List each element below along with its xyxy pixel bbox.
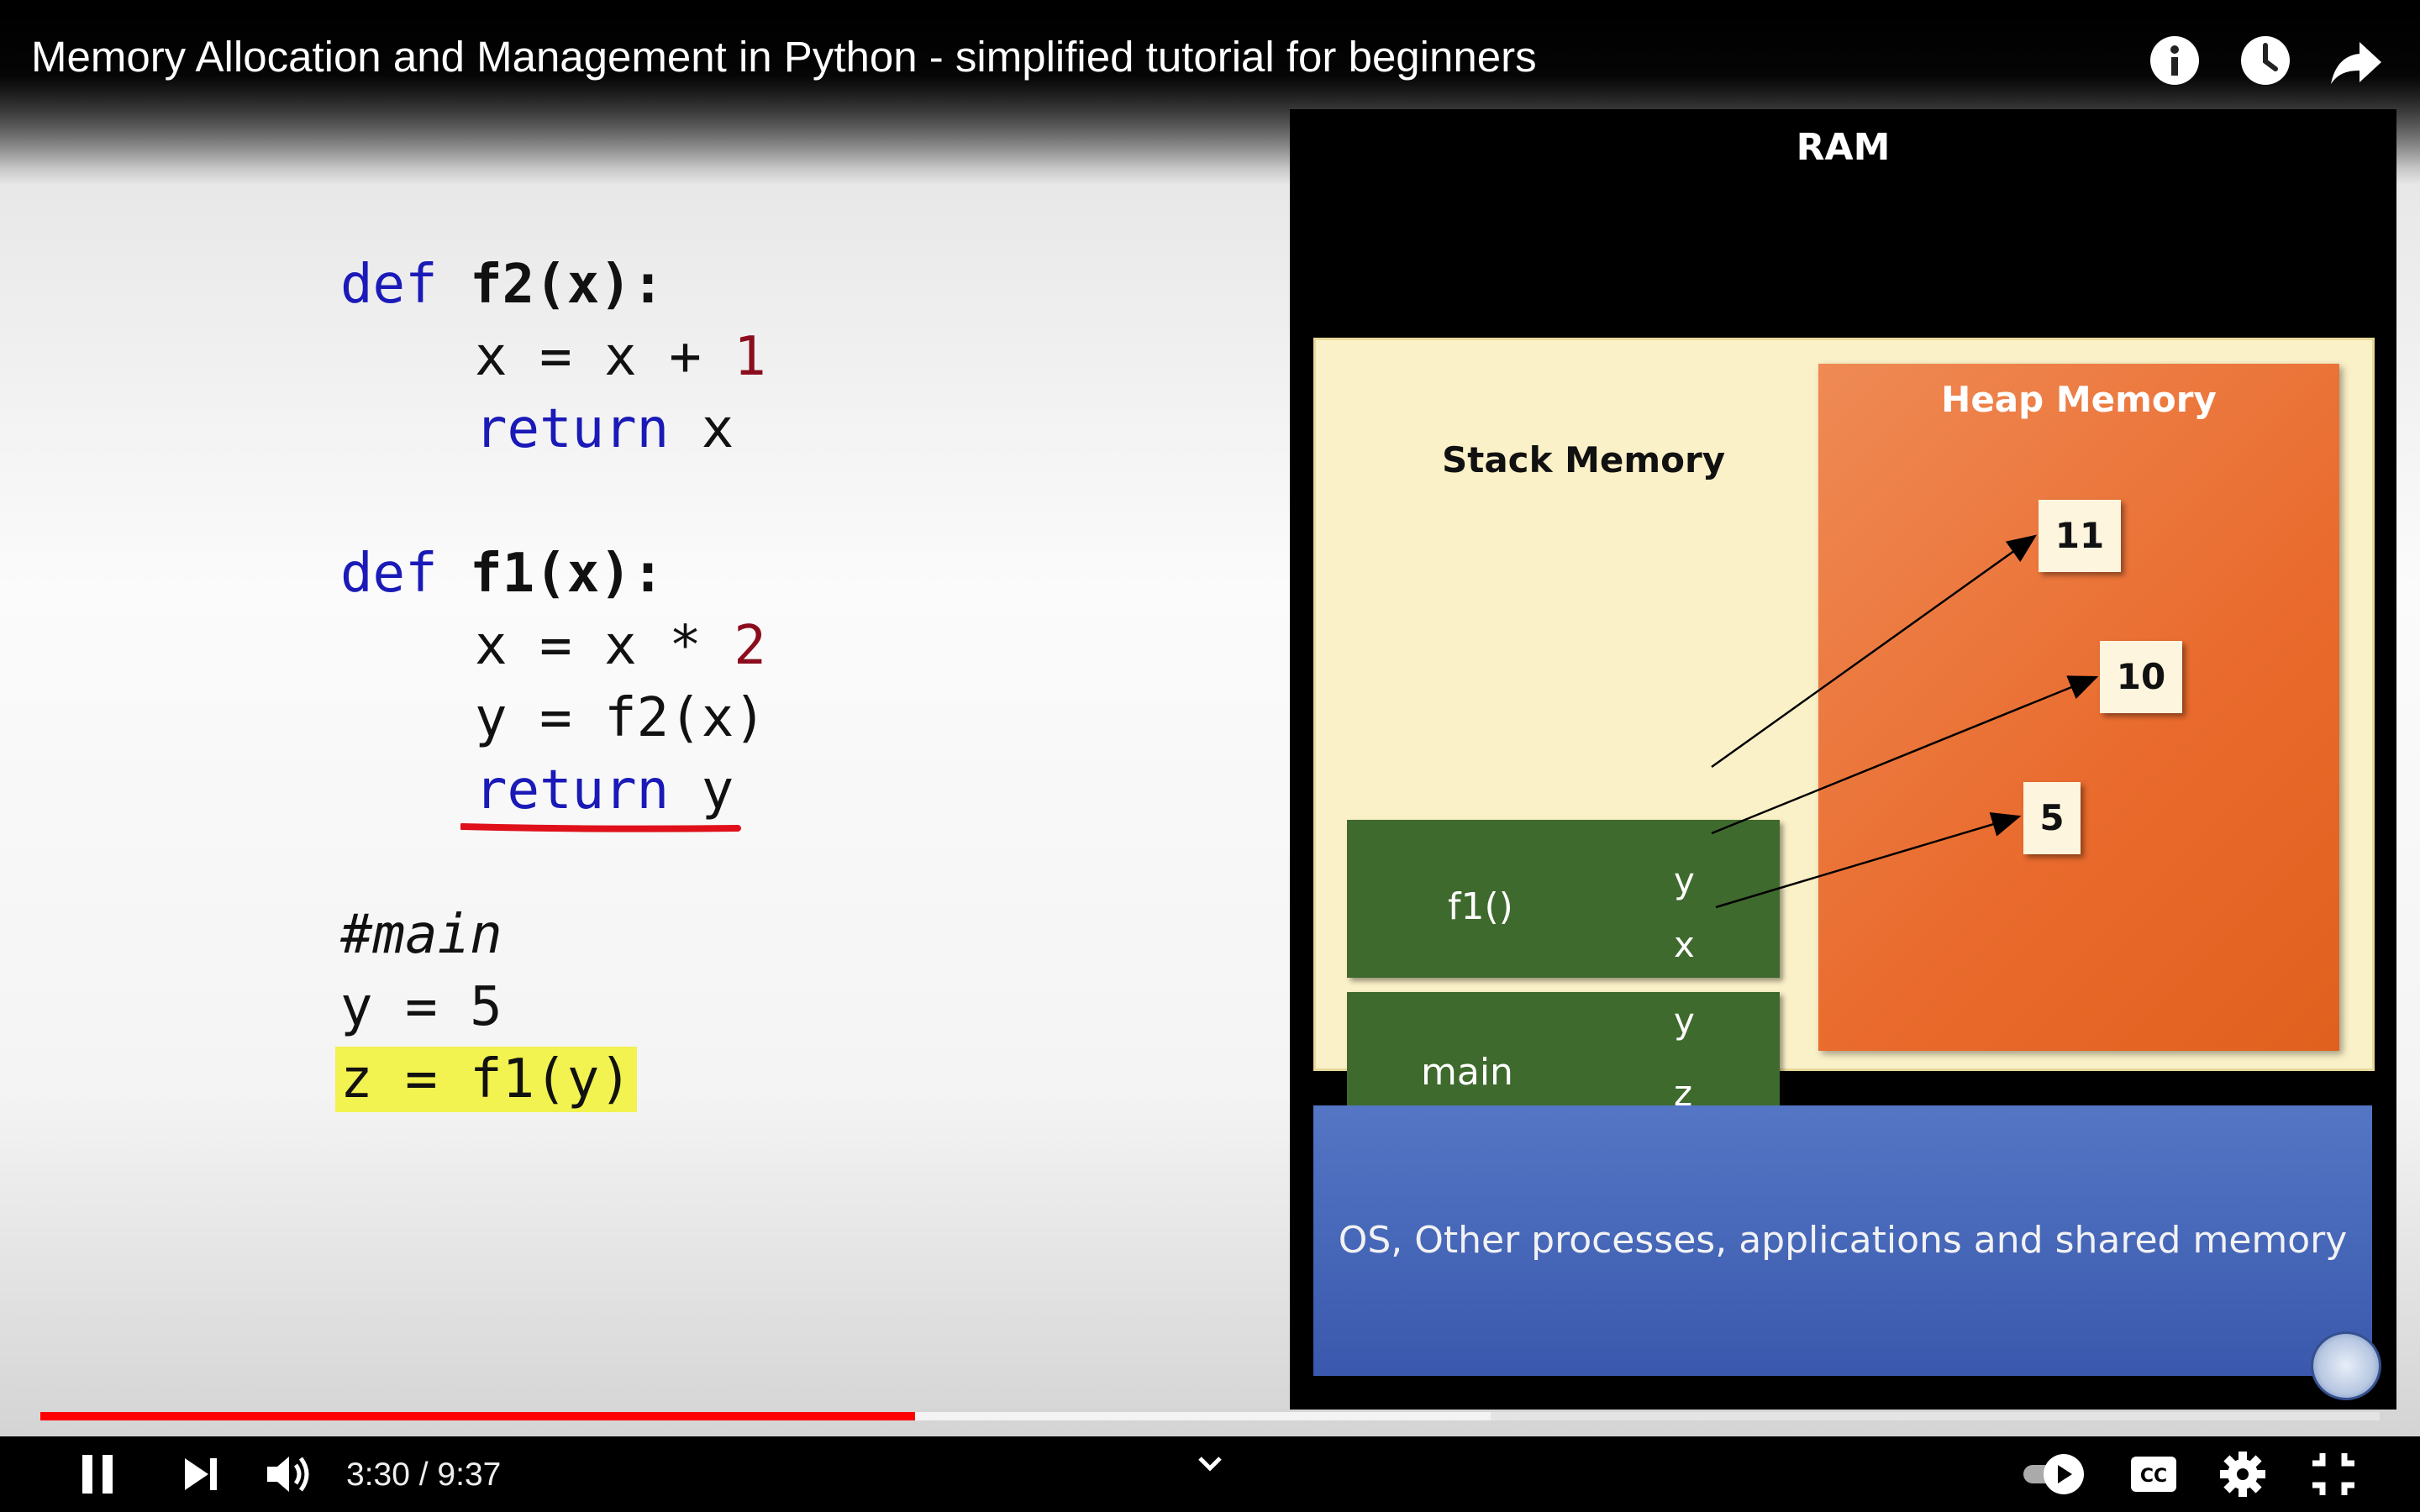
pause-button[interactable] [71, 1446, 126, 1502]
frame-name: f1() [1448, 885, 1513, 928]
number-literal: 2 [734, 615, 766, 677]
channel-logo [2311, 1331, 2381, 1400]
code-text: x = x + [475, 326, 734, 388]
frame-name: main [1421, 1051, 1513, 1094]
total-time: 9:37 [437, 1457, 502, 1493]
heap-object-11: 11 [2039, 500, 2121, 572]
keyword-return: return [475, 759, 670, 822]
info-icon [2150, 36, 2199, 85]
frame-var-x: x [1674, 924, 1695, 965]
heap-memory-label: Heap Memory [1941, 379, 2217, 420]
heap-object-10: 10 [2100, 641, 2182, 713]
keyword-return: return [475, 398, 670, 460]
stack-frame-f1: f1() y x [1347, 820, 1780, 978]
code-line-f1-return: return y [475, 754, 734, 827]
heap-memory-box: Heap Memory 11 10 5 [1818, 364, 2339, 1051]
pause-icon [82, 1455, 113, 1494]
stack-heap-region: Stack Memory Heap Memory 11 10 5 f1() y … [1313, 338, 2375, 1152]
settings-button[interactable] [2215, 1446, 2270, 1502]
heap-object-5: 5 [2023, 782, 2081, 854]
keyword-def: def [340, 254, 438, 316]
stack-memory-label: Stack Memory [1442, 439, 1726, 480]
code-line-f2-return: return x [475, 393, 734, 465]
autoplay-toggle-icon [2023, 1454, 2084, 1494]
played-bar [40, 1412, 916, 1420]
chevron-down-icon[interactable] [1192, 1445, 1228, 1482]
keyword-def: def [340, 543, 438, 605]
code-line-f1-def: def f1(x): [340, 538, 664, 610]
code-line-f2-def: def f2(x): [340, 249, 664, 321]
ram-diagram: RAM Stack Memory Heap Memory 11 10 5 f1(… [1290, 109, 2396, 1410]
exit-fullscreen-button[interactable] [2306, 1446, 2361, 1502]
os-memory-label: OS, Other processes, applications and sh… [1338, 1219, 2348, 1262]
autoplay-toggle[interactable] [2020, 1446, 2091, 1502]
os-memory-region: OS, Other processes, applications and sh… [1313, 1105, 2372, 1376]
current-time: 3:30 [346, 1457, 410, 1493]
code-line-f1-body1: x = x * 2 [475, 610, 766, 682]
video-frame[interactable]: def f2(x): x = x + 1 return x def f1(x):… [0, 0, 2420, 1436]
share-button[interactable] [2329, 34, 2383, 87]
code-line-main2: z = f1(y) [335, 1043, 637, 1116]
number-literal: 1 [734, 326, 766, 388]
function-name: f2(x): [470, 254, 665, 316]
video-title[interactable]: Memory Allocation and Management in Pyth… [31, 32, 1537, 81]
function-name: f1(x): [470, 543, 665, 605]
player-controls: 3:30 / 9:37 CC [0, 1436, 2420, 1512]
ram-label: RAM [1796, 126, 1891, 169]
time-separator: / [409, 1457, 438, 1493]
time-display: 3:30 / 9:37 [346, 1457, 501, 1494]
red-underline-annotation [460, 823, 741, 832]
highlighted-line: z = f1(y) [335, 1047, 637, 1112]
share-icon [2331, 42, 2381, 84]
next-button[interactable] [173, 1446, 229, 1502]
code-text: x [669, 398, 734, 460]
frame-var-y: y [1674, 860, 1695, 901]
watch-later-button[interactable] [2238, 34, 2292, 87]
progress-bar[interactable] [40, 1412, 2380, 1420]
captions-button[interactable]: CC [2126, 1446, 2181, 1502]
code-comment-main: #main [340, 904, 502, 966]
code-line-main1: y = 5 [340, 976, 502, 1038]
svg-text:CC: CC [2140, 1466, 2167, 1487]
code-line-f2-body: x = x + 1 [475, 321, 766, 393]
code-line-f1-body2: y = f2(x) [475, 687, 766, 749]
next-icon [185, 1458, 217, 1490]
info-button[interactable] [2148, 34, 2202, 87]
gear-icon [2220, 1452, 2265, 1497]
code-text: x = x * [475, 615, 734, 677]
volume-button[interactable] [260, 1446, 316, 1502]
captions-icon: CC [2131, 1457, 2176, 1492]
code-text: y [669, 759, 734, 822]
volume-icon [267, 1457, 309, 1492]
exit-fullscreen-icon [2312, 1453, 2354, 1495]
watch-later-icon [2241, 36, 2290, 85]
frame-var-y: y [1674, 1000, 1695, 1042]
